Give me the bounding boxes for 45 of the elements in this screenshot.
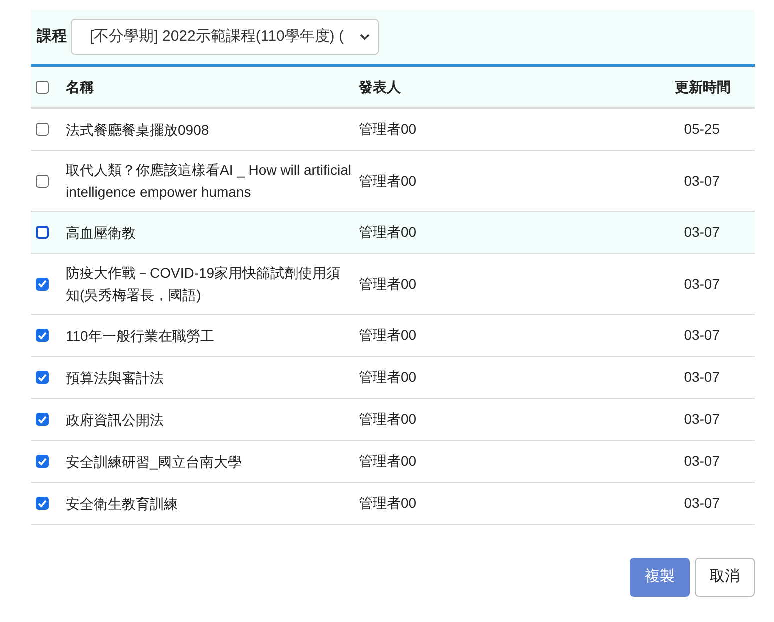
author-cell-text: 管理者00	[359, 172, 418, 190]
updated-date: 03-07	[683, 410, 721, 429]
checkbox[interactable]	[36, 455, 49, 468]
updated-date: 03-07	[683, 452, 721, 471]
author-cell-text: 管理者00	[359, 120, 418, 139]
updated-date: 03-07	[683, 494, 721, 513]
item-name: 預算法與審計法	[66, 368, 165, 388]
checkbox[interactable]	[36, 413, 49, 426]
checkbox[interactable]	[36, 497, 49, 510]
item-name: 高血壓衛教	[66, 224, 137, 242]
updated-date: 03-07	[683, 368, 721, 387]
course-select[interactable]: [不分學期] 2022示範課程(110學年度) (	[71, 19, 379, 55]
item-name: 政府資訊公開法	[66, 410, 165, 430]
column-header: 更新時間	[674, 78, 732, 96]
updated-date: 03-07	[683, 172, 721, 190]
author-cell-text: 管理者00	[359, 410, 418, 429]
item-name: 取代人類？你應該這樣看AI _ How will artificial intelligence empower humans	[66, 161, 352, 202]
column-header: 名稱	[66, 78, 95, 96]
item-name: 法式餐廳餐桌擺放0908	[66, 120, 210, 140]
author-cell-text: 管理者00	[359, 494, 418, 513]
item-name: 110年一般行業在職勞工	[66, 326, 216, 346]
copy-button[interactable]: 複製	[630, 558, 690, 597]
updated-date: 05-25	[683, 120, 721, 139]
chevron-down-icon	[360, 34, 370, 40]
checkbox[interactable]	[36, 123, 49, 136]
updated-date: 03-07	[683, 326, 721, 345]
item-name: 防疫大作戰－COVID-19家用快篩試劑使用須知(吳秀梅署長，國語)	[66, 264, 342, 305]
checkbox[interactable]	[36, 278, 49, 290]
checkbox[interactable]	[36, 226, 49, 239]
checkbox[interactable]	[36, 174, 49, 188]
author-cell-text: 管理者00	[359, 326, 418, 345]
author-cell-text: 管理者00	[359, 452, 418, 471]
author-cell-text: 管理者00	[359, 368, 418, 387]
author-cell-text: 管理者00	[359, 274, 418, 294]
course-label: 課程	[37, 26, 67, 47]
item-name: 安全衛生教育訓練	[66, 494, 179, 514]
cancel-button[interactable]: 取消	[695, 558, 755, 597]
author-cell-text: 管理者00	[359, 223, 418, 242]
checkbox[interactable]	[36, 329, 49, 342]
updated-date: 03-07	[683, 274, 721, 294]
checkbox[interactable]	[36, 80, 49, 94]
checkbox[interactable]	[36, 371, 49, 384]
item-name: 安全訓練研習_國立台南大學	[66, 452, 243, 472]
updated-date: 03-07	[683, 223, 721, 242]
column-header: 發表人	[359, 78, 402, 96]
